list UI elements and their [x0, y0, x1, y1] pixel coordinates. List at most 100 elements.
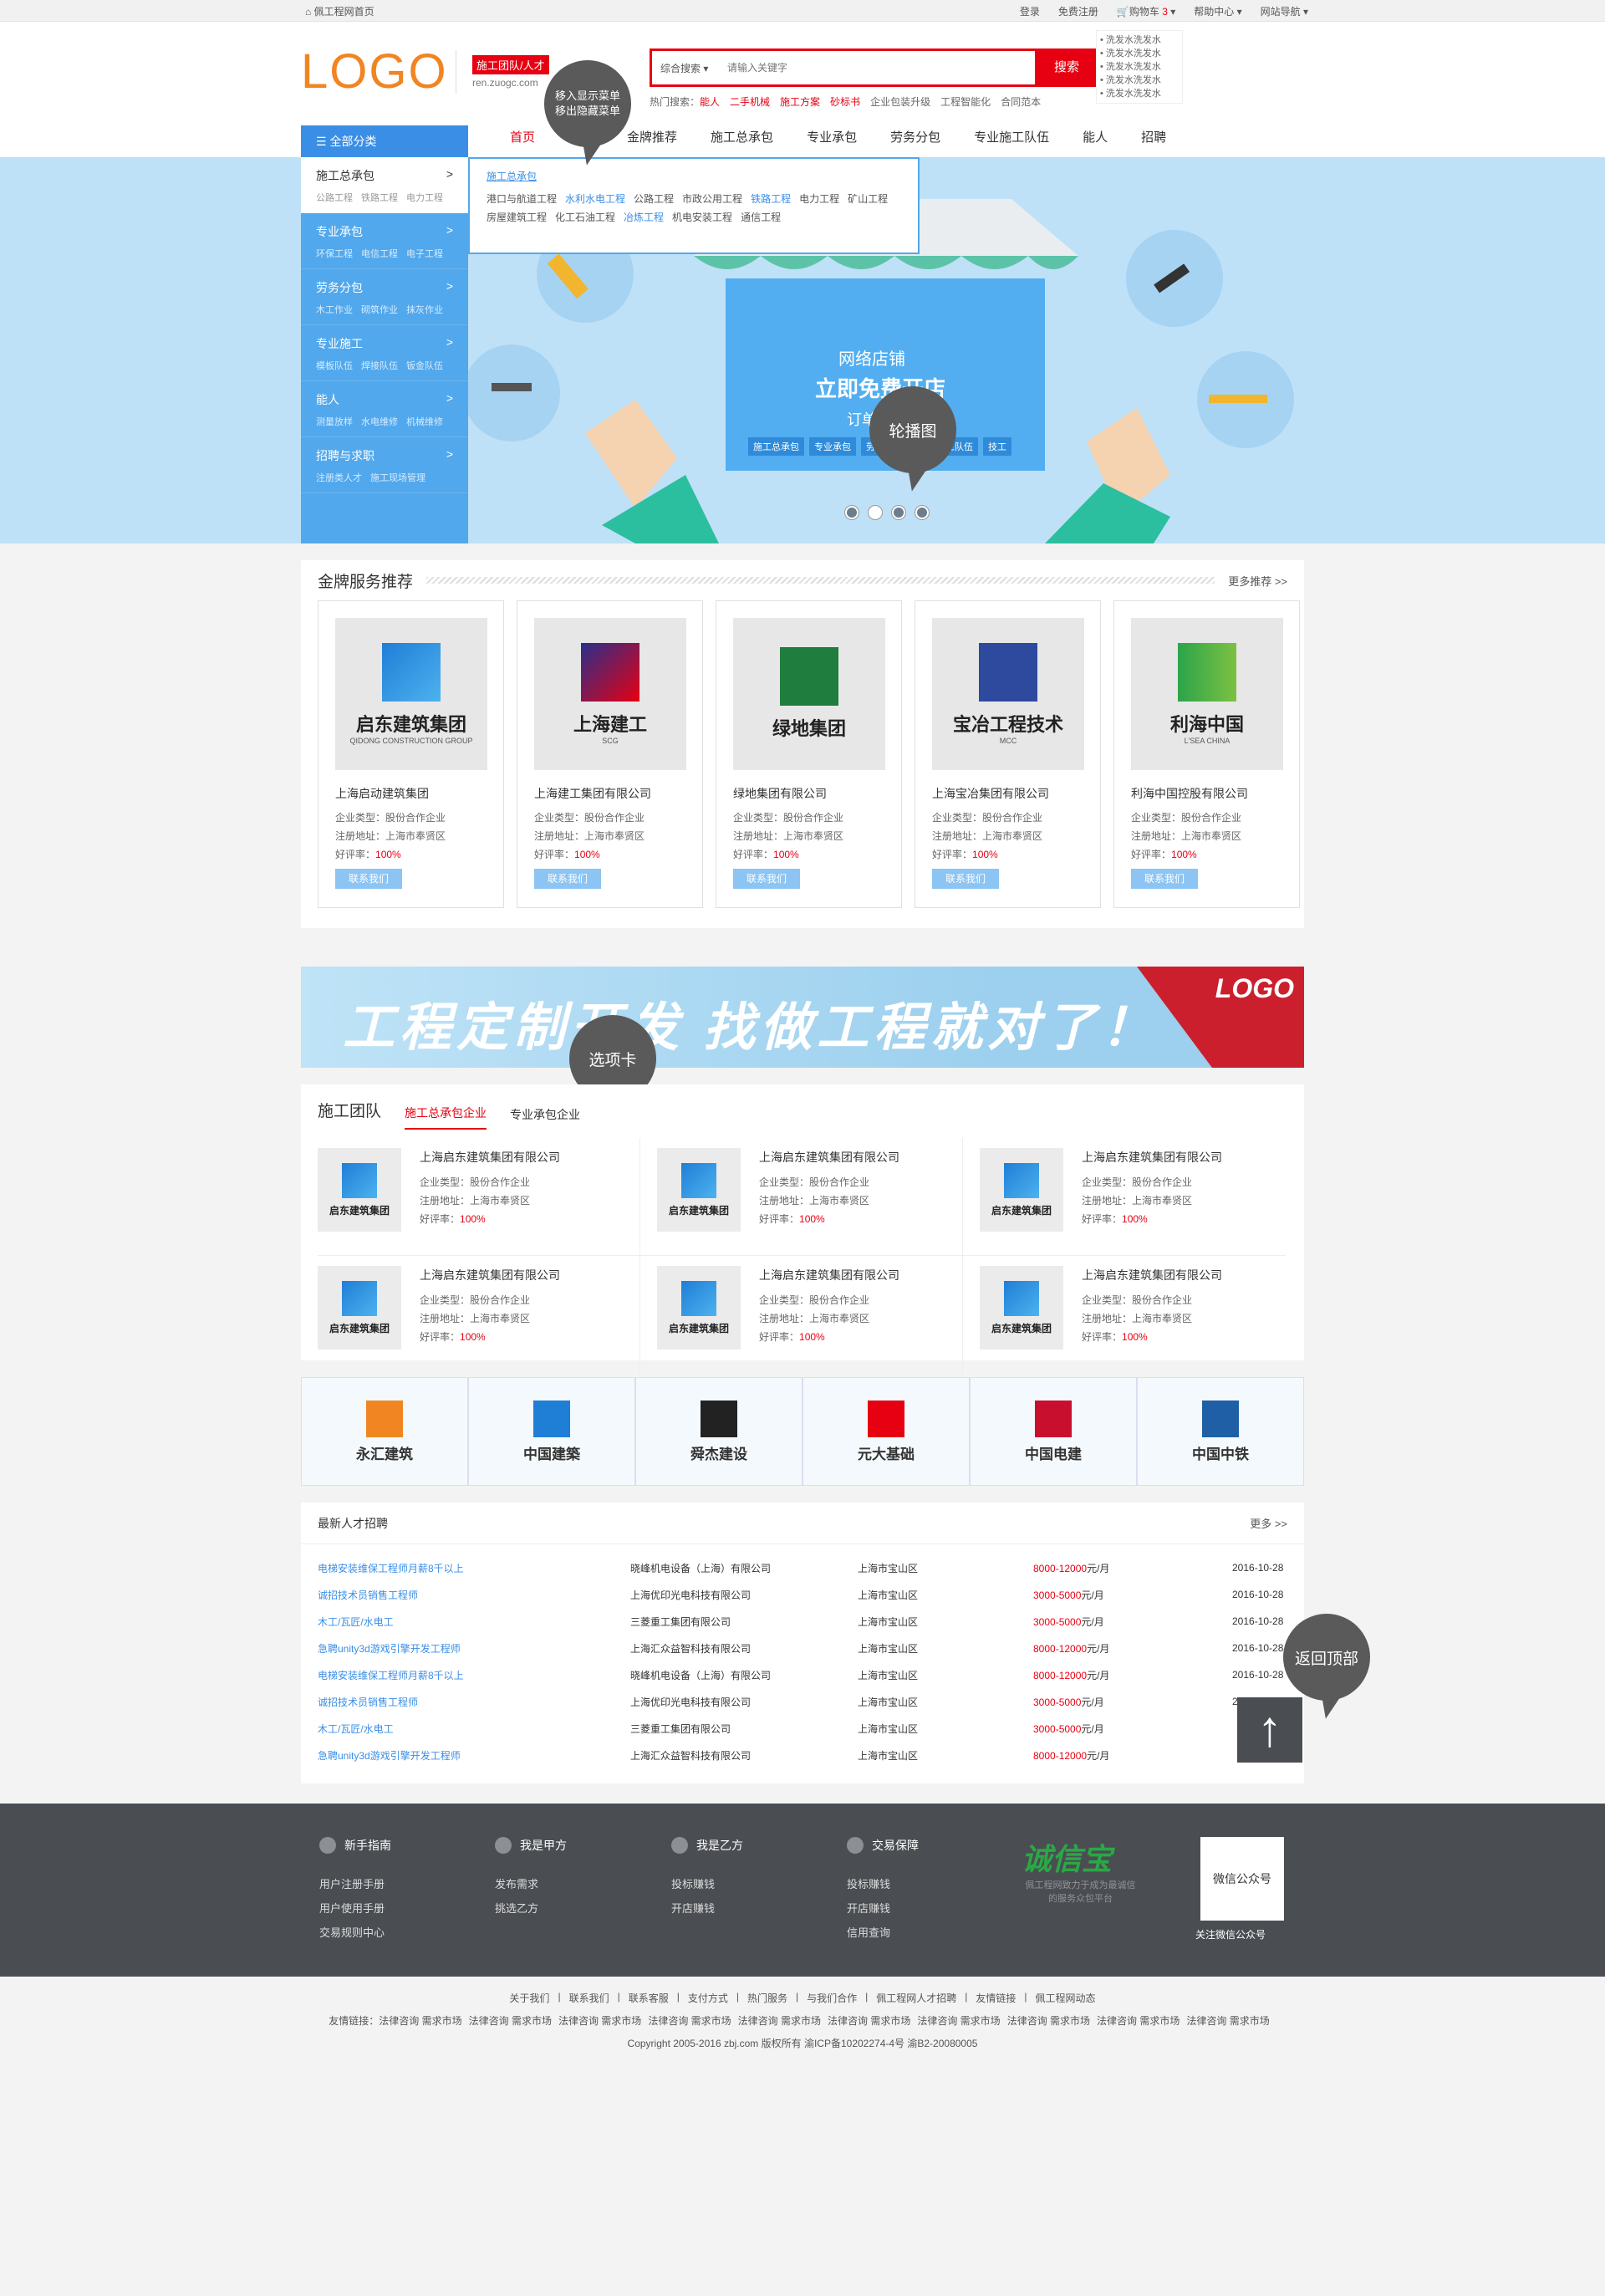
submenu-link[interactable]: 水利水电工程	[565, 191, 625, 206]
footer-link[interactable]: 交易规则中心	[319, 1921, 391, 1945]
friend-link[interactable]: 法律咨询 需求市场	[1007, 2015, 1090, 2027]
friend-link[interactable]: 法律咨询 需求市场	[1186, 2015, 1269, 2027]
team-item[interactable]: 启东建筑集团 上海启东建筑集团有限公司 企业类型：股份合作企业 注册地址：上海市奉贤区…	[963, 1256, 1286, 1374]
submenu-link[interactable]: 矿山工程	[848, 191, 888, 206]
hot-search-link[interactable]: 工程智能化	[940, 94, 991, 109]
register-link[interactable]: 免费注册	[1058, 4, 1098, 18]
hot-search-link[interactable]: 砂标书	[830, 94, 860, 109]
friend-link[interactable]: 法律咨询 需求市场	[1097, 2015, 1180, 2027]
side-menu-sublink[interactable]: 木工作业	[316, 303, 353, 316]
banner-tag[interactable]: 施工总承包	[748, 437, 804, 456]
bottom-link[interactable]: 热门服务	[747, 1991, 787, 2005]
team-item[interactable]: 启东建筑集团 上海启东建筑集团有限公司 企业类型：股份合作企业 注册地址：上海市奉贤区…	[640, 1256, 963, 1374]
job-title-link[interactable]: 木工/瓦匠/水电工	[318, 1722, 630, 1736]
header-ad-item[interactable]: • 洗发水洗发水	[1100, 74, 1179, 87]
bottom-link[interactable]: 佩工程网人才招聘	[876, 1991, 956, 2005]
submenu-link[interactable]: 化工石油工程	[555, 210, 615, 224]
company-name[interactable]: 上海建工集团有限公司	[534, 785, 685, 802]
carousel-dot[interactable]	[892, 506, 905, 519]
nav-item[interactable]: 金牌推荐	[610, 128, 694, 145]
tab-specialty-contract[interactable]: 专业承包企业	[510, 1106, 580, 1130]
partner-logo[interactable]: 中国建築	[468, 1377, 635, 1486]
partner-logo[interactable]: 永汇建筑	[301, 1377, 468, 1486]
search-scope-select[interactable]: 综合搜索 ▾	[660, 61, 708, 75]
side-menu-sublink[interactable]: 测量放样	[316, 415, 353, 428]
job-title-link[interactable]: 电梯安装维保工程师月薪8千以上	[318, 1668, 630, 1682]
company-card[interactable]: 上海建工 SCG 上海建工集团有限公司 企业类型：股份合作企业 注册地址：上海市奉贤区好…	[517, 600, 703, 908]
contact-button[interactable]: 联系我们	[335, 869, 402, 889]
bottom-link[interactable]: 支付方式	[688, 1991, 728, 2005]
side-menu-sublink[interactable]: 电信工程	[361, 247, 398, 260]
bottom-link[interactable]: 与我们合作	[807, 1991, 857, 2005]
footer-link[interactable]: 投标赚钱	[671, 1872, 743, 1896]
side-menu-item[interactable]: 施工总承包 > 公路工程 铁路工程 电力工程	[301, 157, 468, 213]
company-card[interactable]: 启东建筑集团 QIDONG CONSTRUCTION GROUP 上海启动建筑集团企…	[318, 600, 504, 908]
header-ad-item[interactable]: • 洗发水洗发水	[1100, 47, 1179, 60]
search-input[interactable]	[727, 58, 920, 78]
carousel-dot[interactable]	[869, 506, 882, 519]
side-menu-sublink[interactable]: 电子工程	[406, 247, 443, 260]
nav-item[interactable]: 专业承包	[790, 128, 874, 145]
company-name[interactable]: 上海启动建筑集团	[335, 785, 487, 802]
side-menu-sublink[interactable]: 施工现场管理	[370, 471, 425, 484]
side-menu-sublink[interactable]: 公路工程	[316, 191, 353, 204]
job-title-link[interactable]: 急聘unity3d游戏引擎开发工程师	[318, 1748, 630, 1763]
side-menu-sublink[interactable]: 抹灰作业	[406, 303, 443, 316]
submenu-title[interactable]: 施工总承包	[487, 169, 901, 183]
company-card[interactable]: 利海中国 L'SEA CHINA 利海中国控股有限公司 企业类型：股份合作企业 注册地址…	[1113, 600, 1300, 908]
footer-link[interactable]: 用户注册手册	[319, 1872, 391, 1896]
company-card[interactable]: 宝冶工程技术 MCC 上海宝冶集团有限公司 企业类型：股份合作企业 注册地址：上海市奉贤…	[915, 600, 1101, 908]
bottom-link[interactable]: 佩工程网动态	[1036, 1991, 1096, 2005]
submenu-link[interactable]: 港口与航道工程	[487, 191, 557, 206]
friend-link[interactable]: 法律咨询 需求市场	[648, 2015, 731, 2027]
contact-button[interactable]: 联系我们	[932, 869, 999, 889]
team-name[interactable]: 上海启东建筑集团有限公司	[1082, 1148, 1222, 1166]
side-menu-sublink[interactable]: 注册类人才	[316, 471, 362, 484]
nav-item[interactable]: 首页	[493, 128, 552, 145]
footer-link[interactable]: 用户使用手册	[319, 1896, 391, 1921]
hot-search-link[interactable]: 合同范本	[1001, 94, 1041, 109]
job-title-link[interactable]: 电梯安装维保工程师月薪8千以上	[318, 1561, 630, 1575]
side-menu-item[interactable]: 专业施工 > 模板队伍 焊接队伍 钣金队伍	[301, 325, 468, 381]
footer-link[interactable]: 投标赚钱	[847, 1872, 919, 1896]
help-link[interactable]: 帮助中心 ▾	[1194, 4, 1241, 18]
job-title-link[interactable]: 诚招技术员销售工程师	[318, 1588, 630, 1602]
job-title-link[interactable]: 木工/瓦匠/水电工	[318, 1615, 630, 1629]
team-name[interactable]: 上海启东建筑集团有限公司	[759, 1266, 899, 1284]
side-menu-item[interactable]: 专业承包 > 环保工程 电信工程 电子工程	[301, 213, 468, 269]
hot-search-link[interactable]: 施工方案	[780, 94, 820, 109]
header-ad-item[interactable]: • 洗发水洗发水	[1100, 87, 1179, 100]
team-item[interactable]: 启东建筑集团 上海启东建筑集团有限公司 企业类型：股份合作企业 注册地址：上海市奉贤区…	[640, 1138, 963, 1256]
nav-item[interactable]: 施工总承包	[694, 128, 790, 145]
submenu-link[interactable]: 市政公用工程	[682, 191, 742, 206]
side-menu-sublink[interactable]: 铁路工程	[361, 191, 398, 204]
carousel-dot[interactable]	[915, 506, 929, 519]
footer-link[interactable]: 挑选乙方	[495, 1896, 567, 1921]
submenu-link[interactable]: 冶炼工程	[624, 210, 664, 224]
submenu-link[interactable]: 通信工程	[741, 210, 781, 224]
search-button[interactable]: 搜索	[1037, 48, 1096, 87]
back-to-top-button[interactable]: ↑	[1237, 1697, 1302, 1763]
side-menu-sublink[interactable]: 砌筑作业	[361, 303, 398, 316]
site-logo[interactable]: LOGO	[301, 43, 448, 99]
side-menu-sublink[interactable]: 机械维修	[406, 415, 443, 428]
company-name[interactable]: 上海宝冶集团有限公司	[932, 785, 1083, 802]
friend-link[interactable]: 法律咨询 需求市场	[828, 2015, 910, 2027]
side-menu-sublink[interactable]: 模板队伍	[316, 359, 353, 372]
submenu-link[interactable]: 机电安装工程	[672, 210, 732, 224]
submenu-link[interactable]: 公路工程	[634, 191, 674, 206]
team-name[interactable]: 上海启东建筑集团有限公司	[759, 1148, 899, 1166]
team-item[interactable]: 启东建筑集团 上海启东建筑集团有限公司 企业类型：股份合作企业 注册地址：上海市奉贤区…	[318, 1138, 640, 1256]
team-item[interactable]: 启东建筑集团 上海启东建筑集团有限公司 企业类型：股份合作企业 注册地址：上海市奉贤区…	[963, 1138, 1286, 1256]
bottom-link[interactable]: 友情链接	[976, 1991, 1016, 2005]
side-menu-sublink[interactable]: 环保工程	[316, 247, 353, 260]
submenu-link[interactable]: 铁路工程	[751, 191, 791, 206]
jobs-more-link[interactable]: 更多 >>	[1250, 1515, 1287, 1531]
friend-link[interactable]: 法律咨询 需求市场	[379, 2015, 461, 2027]
side-menu-item[interactable]: 劳务分包 > 木工作业 砌筑作业 抹灰作业	[301, 269, 468, 325]
submenu-link[interactable]: 房屋建筑工程	[487, 210, 547, 224]
nav-item[interactable]: 劳务分包	[874, 128, 957, 145]
contact-button[interactable]: 联系我们	[1131, 869, 1198, 889]
side-menu-sublink[interactable]: 钣金队伍	[406, 359, 443, 372]
team-item[interactable]: 启东建筑集团 上海启东建筑集团有限公司 企业类型：股份合作企业 注册地址：上海市奉贤区…	[318, 1256, 640, 1374]
